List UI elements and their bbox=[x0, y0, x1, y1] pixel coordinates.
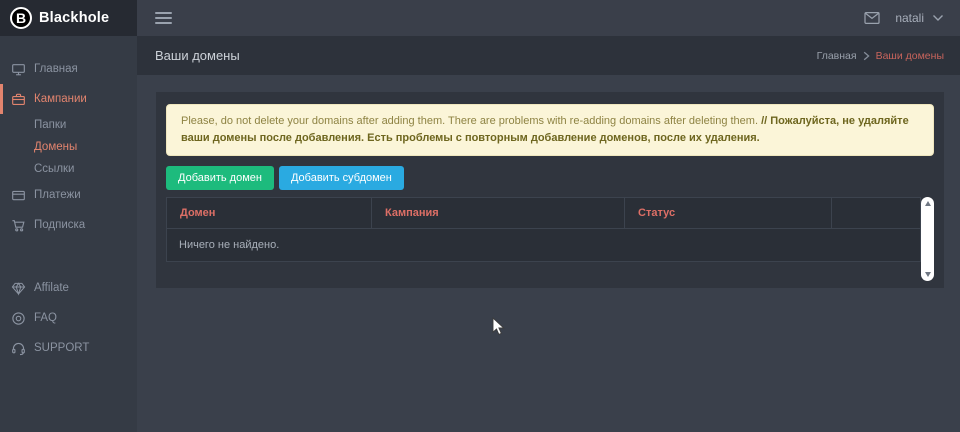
alert-divider: // bbox=[758, 115, 770, 127]
lifebuoy-icon bbox=[11, 311, 26, 326]
brand-logo[interactable]: B Blackhole bbox=[0, 0, 137, 36]
monitor-icon bbox=[11, 62, 26, 77]
sidebar: B Blackhole Главная Кампании Папки Домен… bbox=[0, 0, 137, 432]
brand-logo-icon: B bbox=[10, 7, 32, 29]
empty-message: Ничего не найдено. bbox=[167, 229, 921, 262]
domains-card: Please, do not delete your domains after… bbox=[156, 92, 944, 288]
table-row: Ничего не найдено. bbox=[167, 229, 921, 262]
sidebar-item-papki[interactable]: Папки bbox=[0, 114, 137, 136]
column-header-status: Статус bbox=[625, 198, 832, 229]
column-header-actions bbox=[832, 198, 921, 229]
sidebar-item-ssylki[interactable]: Ссылки bbox=[0, 158, 137, 180]
breadcrumb: Главная Ваши домены bbox=[817, 50, 944, 62]
chevron-right-icon bbox=[863, 51, 870, 61]
column-header-domain: Домен bbox=[167, 198, 372, 229]
sidebar-item-label: Подписка bbox=[34, 219, 85, 231]
sidebar-item-label: SUPPORT bbox=[34, 342, 89, 354]
user-menu[interactable]: natali bbox=[895, 11, 944, 25]
domains-table: Домен Кампания Статус Ничего не найдено. bbox=[166, 197, 921, 262]
sidebar-item-platezhi[interactable]: Платежи bbox=[0, 180, 137, 210]
alert-text-en: Please, do not delete your domains after… bbox=[181, 115, 758, 127]
add-subdomain-button[interactable]: Добавить субдомен bbox=[279, 166, 404, 190]
chevron-down-icon bbox=[932, 14, 944, 22]
briefcase-icon bbox=[11, 92, 26, 107]
hamburger-menu-icon[interactable] bbox=[153, 8, 174, 28]
sidebar-item-support[interactable]: SUPPORT bbox=[0, 333, 137, 363]
breadcrumb-current: Ваши домены bbox=[876, 50, 944, 62]
main-content: Please, do not delete your domains after… bbox=[137, 75, 960, 432]
sidebar-item-affilate[interactable]: Affilate bbox=[0, 273, 137, 303]
sidebar-item-faq[interactable]: FAQ bbox=[0, 303, 137, 333]
table-scrollbar[interactable] bbox=[921, 197, 934, 281]
column-header-campaign: Кампания bbox=[372, 198, 625, 229]
titlebar: Ваши домены Главная Ваши домены bbox=[137, 36, 960, 75]
breadcrumb-home[interactable]: Главная bbox=[817, 50, 857, 62]
sidebar-item-domeny[interactable]: Домены bbox=[0, 136, 137, 158]
add-domain-button[interactable]: Добавить домен bbox=[166, 166, 274, 190]
sidebar-item-podpiska[interactable]: Подписка bbox=[0, 210, 137, 240]
sidebar-item-label: Ссылки bbox=[34, 163, 75, 175]
credit-card-icon bbox=[11, 188, 26, 203]
domains-table-wrap: Домен Кампания Статус Ничего не найдено. bbox=[166, 197, 934, 281]
diamond-icon bbox=[11, 281, 26, 296]
sidebar-item-label: Главная bbox=[34, 63, 78, 75]
actions-row: Добавить домен Добавить субдомен bbox=[166, 166, 934, 190]
scroll-up-icon[interactable] bbox=[925, 201, 931, 206]
mail-icon[interactable] bbox=[864, 11, 880, 25]
sidebar-item-label: Домены bbox=[34, 141, 77, 153]
sidebar-item-label: FAQ bbox=[34, 312, 57, 324]
warning-alert: Please, do not delete your domains after… bbox=[166, 104, 934, 156]
brand-name: Blackhole bbox=[39, 10, 109, 26]
sidebar-item-label: Платежи bbox=[34, 189, 81, 201]
sidebar-item-label: Кампании bbox=[34, 93, 87, 105]
sidebar-item-label: Affilate bbox=[34, 282, 69, 294]
table-header-row: Домен Кампания Статус bbox=[167, 198, 921, 229]
sidebar-spacer bbox=[0, 240, 137, 273]
headset-icon bbox=[11, 341, 26, 356]
sidebar-nav: Главная Кампании Папки Домены Ссылки Пла… bbox=[0, 36, 137, 363]
page-title: Ваши домены bbox=[155, 48, 240, 63]
topbar: natali bbox=[137, 0, 960, 36]
sidebar-item-glavnaya[interactable]: Главная bbox=[0, 54, 137, 84]
username: natali bbox=[895, 11, 924, 25]
scroll-down-icon[interactable] bbox=[925, 272, 931, 277]
cart-icon bbox=[11, 218, 26, 233]
sidebar-item-kampanii[interactable]: Кампании bbox=[0, 84, 137, 114]
sidebar-item-label: Папки bbox=[34, 119, 66, 131]
